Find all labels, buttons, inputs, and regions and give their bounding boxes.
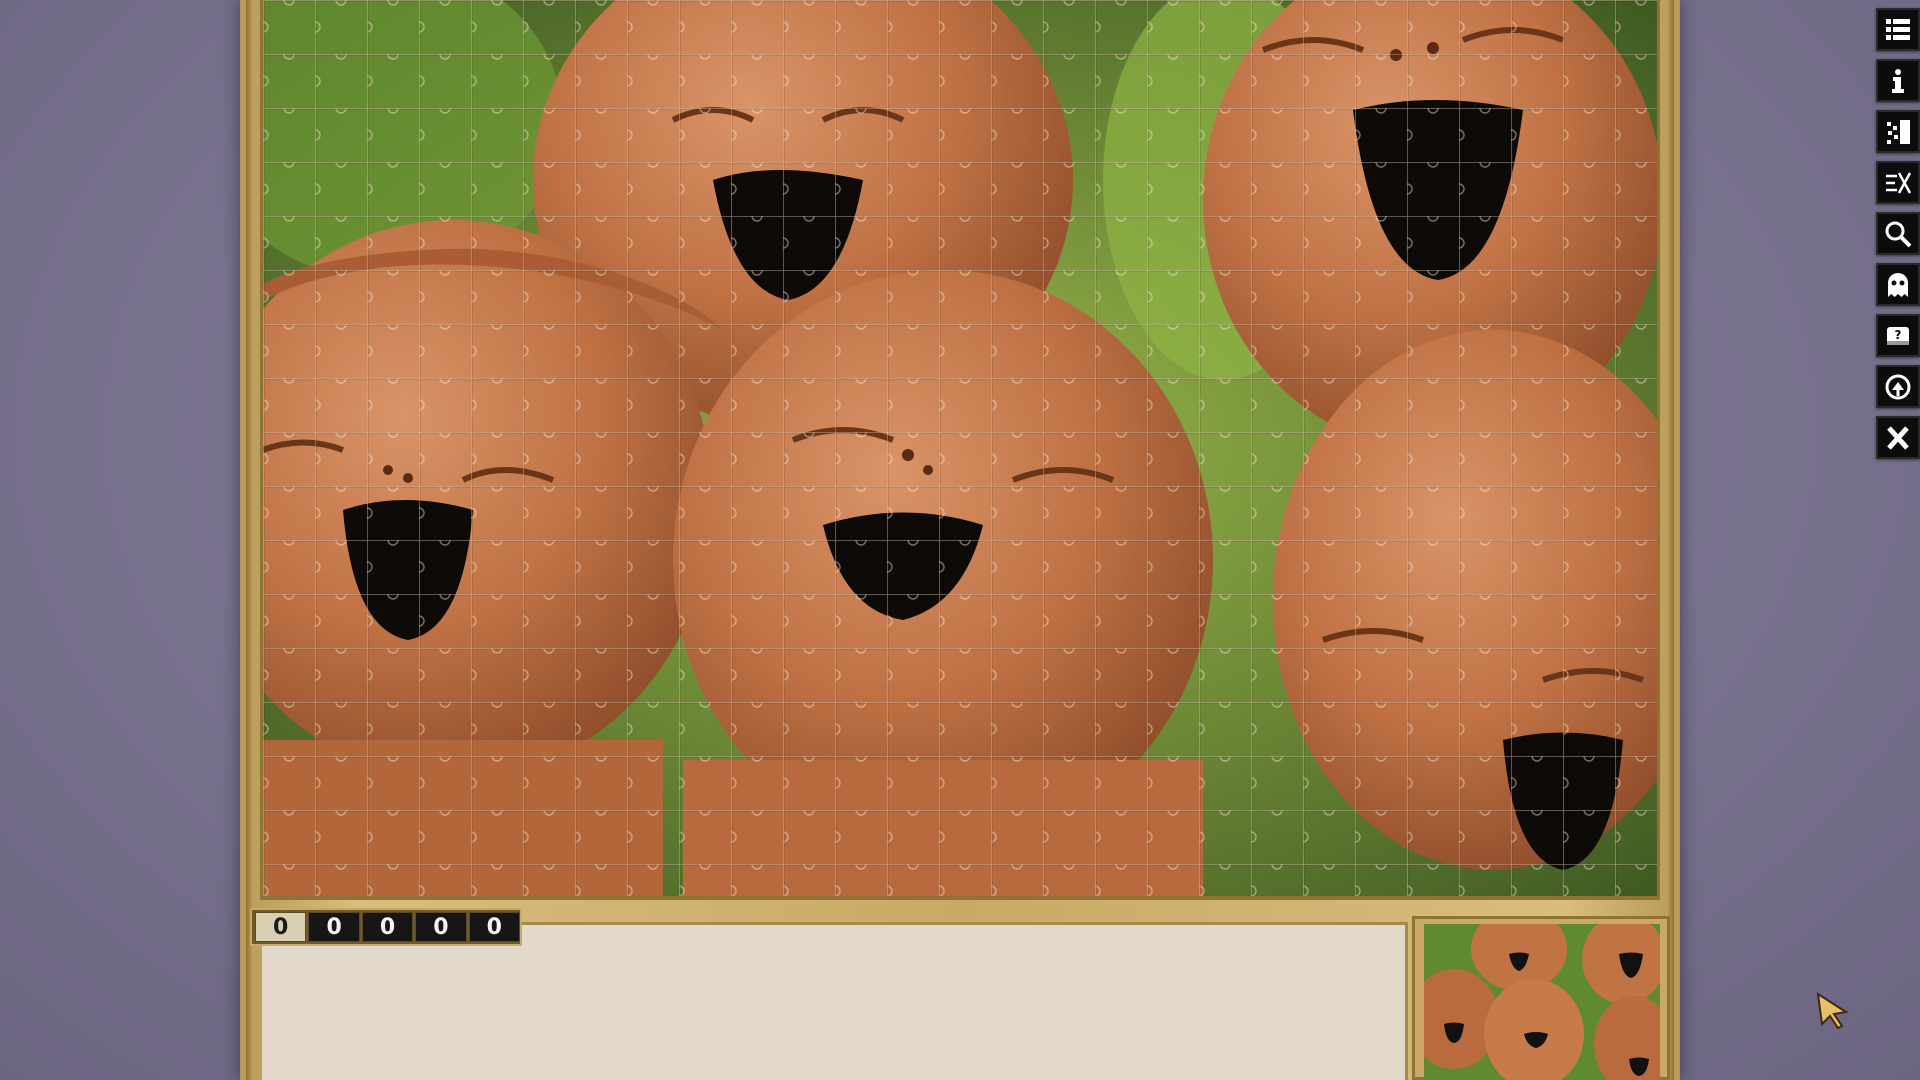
edges-icon xyxy=(1886,171,1912,194)
magnifier-icon xyxy=(1885,221,1912,247)
scatter-pieces-button[interactable] xyxy=(1876,110,1920,153)
zoom-button[interactable] xyxy=(1876,212,1920,255)
move-counter: 0 0 0 0 0 xyxy=(250,908,522,946)
hint-box-icon: ? xyxy=(1887,326,1909,345)
info-button[interactable] xyxy=(1876,59,1920,102)
puzzle-image xyxy=(263,0,1657,896)
puzzle-image-area[interactable] xyxy=(260,0,1660,900)
scatter-icon xyxy=(1887,119,1910,144)
preview-image xyxy=(1424,924,1660,1080)
preview-thumbnail[interactable] xyxy=(1424,924,1660,1080)
info-icon xyxy=(1892,68,1904,93)
list-icon xyxy=(1886,18,1910,40)
counter-digit: 0 xyxy=(361,912,414,942)
mouse-cursor-icon xyxy=(1816,991,1849,1030)
rotate-button[interactable] xyxy=(1876,365,1920,408)
x-icon xyxy=(1887,425,1909,450)
ghost-icon xyxy=(1888,272,1908,297)
counter-digit: 0 xyxy=(308,912,360,942)
menu-button[interactable] xyxy=(1876,8,1920,51)
svg-text:?: ? xyxy=(1895,328,1902,342)
toolbar: ? xyxy=(1876,8,1920,459)
hint-button[interactable]: ? xyxy=(1876,314,1920,357)
ghost-image-button[interactable] xyxy=(1876,263,1920,306)
close-button[interactable] xyxy=(1876,416,1920,459)
rotate-icon xyxy=(1885,374,1911,399)
sort-edges-button[interactable] xyxy=(1876,161,1920,204)
counter-digit: 0 xyxy=(415,912,467,942)
counter-digit: 0 xyxy=(255,912,307,942)
counter-digit: 0 xyxy=(468,912,521,942)
